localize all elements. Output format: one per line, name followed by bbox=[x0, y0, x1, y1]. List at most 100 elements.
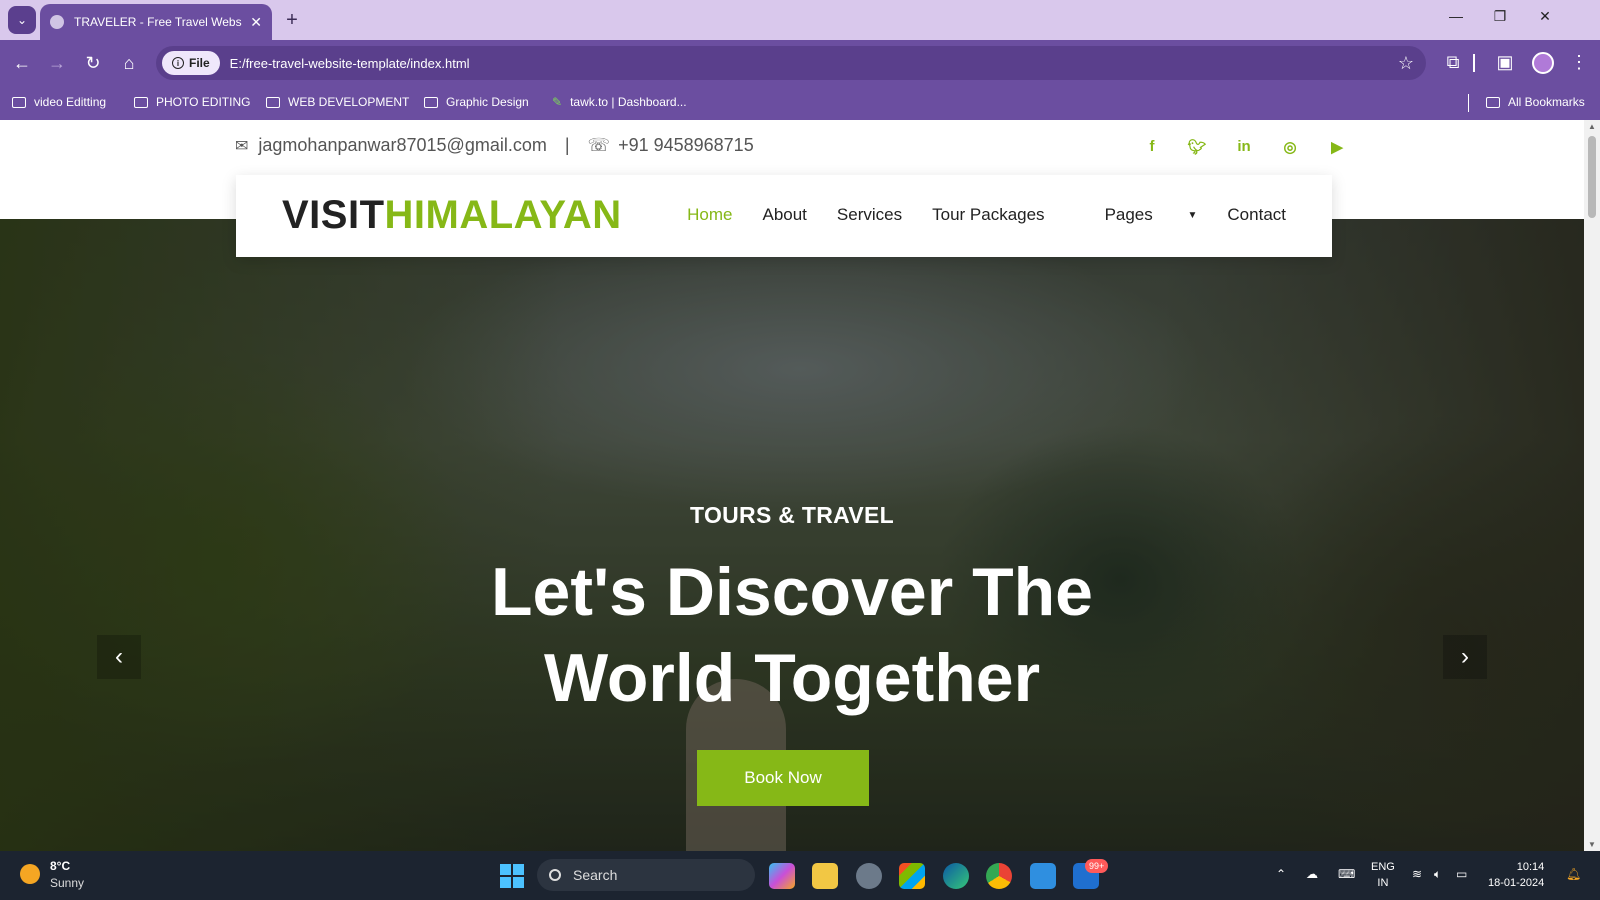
instagram-icon[interactable]: ◎ bbox=[1279, 138, 1301, 156]
clock-date: 18-01-2024 bbox=[1488, 877, 1545, 889]
chevron-up-icon[interactable]: ⌃ bbox=[1276, 867, 1286, 881]
folder-icon bbox=[12, 96, 26, 108]
keyboard-icon[interactable]: ⌨ bbox=[1338, 867, 1355, 881]
bookmarks-bar: video Editting PHOTO EDITING WEB DEVELOP… bbox=[0, 86, 1600, 120]
search-icon bbox=[549, 869, 561, 881]
more-menu-icon[interactable]: ⋮ bbox=[1568, 52, 1590, 73]
linkedin-icon[interactable]: in bbox=[1233, 138, 1255, 155]
page-scrollbar[interactable]: ▲ ▼ bbox=[1584, 120, 1600, 851]
onedrive-icon[interactable]: ☁ bbox=[1306, 867, 1318, 881]
wifi-icon[interactable]: ≋ bbox=[1412, 867, 1422, 881]
caret-down-icon: ▼ bbox=[1187, 210, 1198, 222]
bookmark-label: PHOTO EDITING bbox=[156, 95, 251, 109]
url-text[interactable]: E:/free-travel-website-template/index.ht… bbox=[230, 56, 470, 71]
contact-info: ✉ jagmohanpanwar87015@gmail.com | ☏ +91 … bbox=[235, 135, 754, 156]
site-info-chip[interactable]: i File bbox=[162, 51, 220, 75]
page-viewport: ✉ jagmohanpanwar87015@gmail.com | ☏ +91 … bbox=[0, 120, 1584, 851]
twitter-icon[interactable]: 🐦︎ bbox=[1186, 138, 1208, 156]
edge-icon[interactable] bbox=[943, 863, 969, 889]
brand-part-visit: VISIT bbox=[282, 193, 385, 237]
bookmark-photo-editing[interactable]: PHOTO EDITING bbox=[134, 95, 250, 109]
brand-part-himalayan: HIMALAYAN bbox=[384, 193, 622, 237]
scroll-up-icon[interactable]: ▲ bbox=[1588, 122, 1596, 131]
carousel-next-icon[interactable]: › bbox=[1443, 635, 1487, 679]
file-chip-label: File bbox=[189, 56, 210, 70]
chrome-icon[interactable] bbox=[986, 863, 1012, 889]
bookmark-web-development[interactable]: WEB DEVELOPMENT bbox=[266, 95, 409, 109]
copilot-icon[interactable] bbox=[769, 863, 795, 889]
carousel-prev-icon[interactable]: ‹ bbox=[97, 635, 141, 679]
bookmark-label: tawk.to | Dashboard... bbox=[570, 95, 687, 109]
nav-contact[interactable]: Contact bbox=[1227, 205, 1286, 225]
lang-line-2: IN bbox=[1377, 877, 1389, 889]
all-bookmarks[interactable]: All Bookmarks bbox=[1486, 95, 1585, 109]
all-bookmarks-label: All Bookmarks bbox=[1508, 95, 1585, 109]
hero-content: TOURS & TRAVEL Let's Discover The World … bbox=[0, 219, 1584, 851]
bookmark-tawk[interactable]: ✎ tawk.to | Dashboard... bbox=[552, 95, 687, 109]
close-window-icon[interactable]: ✕ bbox=[1530, 8, 1560, 25]
sun-icon[interactable] bbox=[20, 864, 40, 884]
taskbar-search-label: Search bbox=[573, 867, 618, 883]
brand-logo[interactable]: VISITHIMALAYAN bbox=[282, 193, 622, 238]
nav-home[interactable]: Home bbox=[687, 205, 732, 225]
settings-icon[interactable] bbox=[856, 863, 882, 889]
headline-line-2: World Together bbox=[543, 640, 1041, 716]
restore-icon[interactable]: ❐ bbox=[1485, 8, 1515, 25]
nav-services[interactable]: Services bbox=[837, 205, 902, 225]
bookmarks-divider bbox=[1468, 94, 1469, 112]
contact-email[interactable]: jagmohanpanwar87015@gmail.com bbox=[258, 135, 546, 156]
browser-tab-bar: ⌄ TRAVELER - Free Travel Website ✕ + — ❐… bbox=[0, 0, 1600, 40]
weather-condition[interactable]: Sunny bbox=[50, 876, 84, 890]
back-icon[interactable]: ← bbox=[11, 52, 33, 74]
nav-pages-label: Pages bbox=[1104, 205, 1153, 224]
system-clock[interactable]: 10:14 18-01-2024 bbox=[1488, 859, 1544, 891]
hero-kicker: TOURS & TRAVEL bbox=[690, 502, 894, 528]
bookmark-label: video Editting bbox=[34, 95, 107, 109]
close-tab-icon[interactable]: ✕ bbox=[250, 14, 262, 31]
contact-phone[interactable]: +91 9458968715 bbox=[618, 135, 754, 156]
bookmark-graphic-design[interactable]: Graphic Design bbox=[424, 95, 529, 109]
browser-toolbar: ← → ↻ ⌂ i File E:/free-travel-website-te… bbox=[0, 40, 1600, 86]
file-explorer-icon[interactable] bbox=[812, 863, 838, 889]
taskbar-search[interactable]: Search bbox=[537, 859, 755, 891]
forward-icon[interactable]: → bbox=[46, 52, 68, 74]
browser-tab[interactable]: TRAVELER - Free Travel Website ✕ bbox=[40, 4, 272, 40]
notification-bell-icon[interactable]: 🔔︎ bbox=[1566, 867, 1581, 881]
address-bar[interactable]: i File E:/free-travel-website-template/i… bbox=[156, 46, 1426, 80]
microsoft-store-icon[interactable] bbox=[899, 863, 925, 889]
weather-temperature[interactable]: 8°C bbox=[50, 859, 70, 873]
facebook-icon[interactable]: f bbox=[1141, 138, 1163, 155]
home-icon[interactable]: ⌂ bbox=[118, 52, 140, 74]
folder-icon bbox=[424, 96, 438, 108]
side-panel-icon[interactable]: ▣ bbox=[1494, 52, 1516, 73]
nav-pages-dropdown[interactable]: Pages ▼ bbox=[1075, 205, 1198, 225]
volume-icon[interactable]: 🔈︎ bbox=[1434, 867, 1441, 882]
nav-about[interactable]: About bbox=[762, 205, 806, 225]
new-tab-button[interactable]: + bbox=[280, 8, 304, 32]
language-indicator[interactable]: ENG IN bbox=[1371, 859, 1395, 891]
bookmark-video-editing[interactable]: video Editting bbox=[12, 95, 106, 109]
folder-icon bbox=[266, 96, 280, 108]
bookmark-star-icon[interactable]: ☆ bbox=[1398, 53, 1414, 74]
contact-separator: | bbox=[564, 135, 570, 155]
start-button[interactable] bbox=[500, 864, 524, 888]
headline-line-1: Let's Discover The bbox=[491, 554, 1093, 630]
scroll-down-icon[interactable]: ▼ bbox=[1588, 840, 1596, 849]
vscode-icon[interactable] bbox=[1030, 863, 1056, 889]
nav-tour-packages[interactable]: Tour Packages bbox=[932, 205, 1044, 225]
folder-icon bbox=[134, 96, 148, 108]
lang-line-1: ENG bbox=[1371, 861, 1395, 873]
scrollbar-thumb[interactable] bbox=[1588, 136, 1596, 218]
profile-avatar[interactable] bbox=[1532, 52, 1554, 74]
book-now-button[interactable]: Book Now bbox=[697, 750, 869, 806]
toolbar-divider bbox=[1473, 54, 1475, 72]
extensions-icon[interactable]: ⧉ bbox=[1442, 52, 1464, 73]
tab-search-button[interactable]: ⌄ bbox=[8, 6, 36, 34]
hero-headline: Let's Discover The World Together bbox=[0, 549, 1584, 721]
tawk-icon: ✎ bbox=[552, 95, 563, 109]
minimize-icon[interactable]: — bbox=[1441, 8, 1471, 24]
youtube-icon[interactable]: ▶ bbox=[1326, 138, 1348, 156]
reload-icon[interactable]: ↻ bbox=[82, 52, 104, 74]
clock-time: 10:14 bbox=[1516, 861, 1545, 873]
battery-icon[interactable]: ▭ bbox=[1456, 867, 1467, 881]
